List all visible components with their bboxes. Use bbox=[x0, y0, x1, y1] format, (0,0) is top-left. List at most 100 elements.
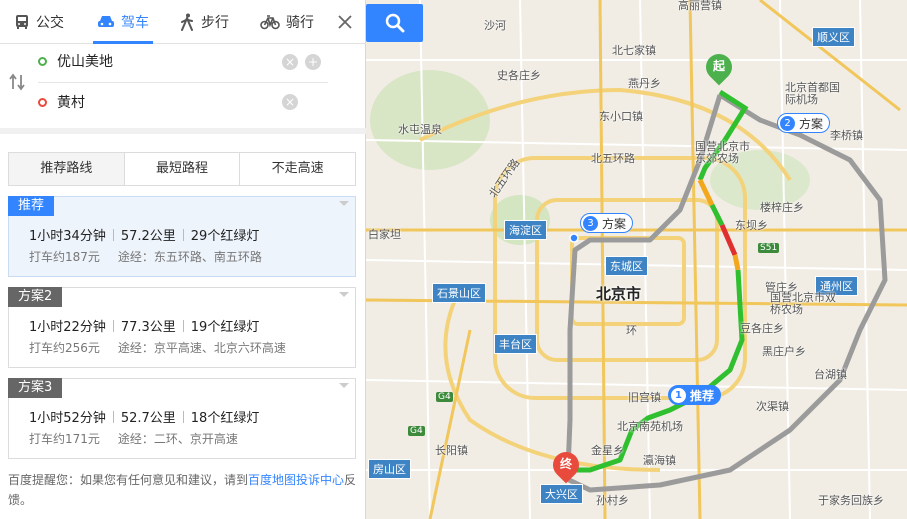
bike-icon bbox=[260, 15, 280, 30]
route-badge: 推荐 bbox=[8, 196, 55, 216]
route-detail: 打车约171元 途经：二环、京开高速 bbox=[29, 430, 238, 447]
route-tag-recommended[interactable]: 1 推荐 bbox=[668, 385, 722, 405]
route-card-plan3[interactable]: 方案3 1小时52分钟 52.7公里 18个红绿灯 打车约171元 途经：二环、京开高… bbox=[8, 378, 356, 459]
route-detail: 打车约256元 途经：京平高速、北京六环高速 bbox=[29, 339, 286, 356]
place-label: 沙河 bbox=[484, 19, 506, 32]
tab-label: 骑行 bbox=[286, 15, 314, 31]
tab-bus[interactable]: 公交 bbox=[14, 0, 64, 44]
district-label-haidian: 海淀区 bbox=[504, 220, 547, 240]
route-number-badge: 3 bbox=[583, 215, 598, 231]
route-summary: 1小时22分钟 77.3公里 19个红绿灯 bbox=[29, 316, 259, 335]
close-icon bbox=[338, 15, 352, 29]
district-label-shunyi: 顺义区 bbox=[812, 27, 855, 47]
route-via: 途经：东五环路、南五环路 bbox=[117, 250, 262, 264]
place-label: 白家坦 bbox=[368, 228, 401, 241]
car-icon bbox=[98, 16, 114, 27]
district-label-fangshan: 房山区 bbox=[368, 459, 411, 479]
expand-arrow-icon[interactable] bbox=[339, 201, 349, 206]
close-button[interactable] bbox=[335, 12, 355, 32]
clear-origin-icon[interactable]: × bbox=[282, 54, 298, 70]
route-distance: 57.2公里 bbox=[120, 229, 176, 244]
place-label: 国营北京市东郊农场 bbox=[695, 140, 750, 165]
route-number-badge: 2 bbox=[780, 115, 795, 131]
district-label-fengtai: 丰台区 bbox=[494, 334, 537, 354]
airport-label: 北京南苑机场 bbox=[617, 420, 683, 433]
origin-destination-form: 优山美地 黄村 × + × bbox=[0, 44, 366, 128]
route-tag-label: 方案 bbox=[602, 216, 627, 231]
place-label: 黑庄户乡 bbox=[762, 345, 806, 358]
place-label: 豆各庄乡 bbox=[740, 322, 784, 335]
clear-destination-icon[interactable]: × bbox=[282, 94, 298, 110]
travel-mode-bar: 公交 驾车 步行 骑行 bbox=[0, 0, 366, 44]
route-card-plan2[interactable]: 方案2 1小时22分钟 77.3公里 19个红绿灯 打车约256元 途经：京平高速、北… bbox=[8, 287, 356, 368]
bus-icon bbox=[16, 15, 28, 29]
route-card-recommended[interactable]: 推荐 1小时34分钟 57.2公里 29个红绿灯 打车约187元 途经：东五环路、南五… bbox=[8, 196, 356, 277]
place-label: 楼梓庄乡 bbox=[760, 201, 804, 214]
place-label: 李桥镇 bbox=[830, 129, 863, 142]
expand-arrow-icon[interactable] bbox=[339, 292, 349, 297]
add-waypoint-icon[interactable]: + bbox=[305, 54, 321, 70]
route-traffic-lights: 18个红绿灯 bbox=[190, 411, 260, 426]
tab-recommended-route[interactable]: 推荐路线 bbox=[9, 153, 125, 185]
route-time: 1小时22分钟 bbox=[29, 320, 106, 335]
route-traffic-lights: 29个红绿灯 bbox=[190, 229, 260, 244]
complaint-center-link[interactable]: 百度地图投诉中心 bbox=[248, 473, 344, 487]
highway-shield: S51 bbox=[758, 243, 780, 253]
tab-walk[interactable]: 步行 bbox=[179, 0, 229, 44]
place-label: 瀛海镇 bbox=[643, 454, 676, 467]
district-label-shijingshan: 石景山区 bbox=[432, 283, 486, 303]
route-number-badge: 1 bbox=[671, 387, 686, 403]
tab-label: 公交 bbox=[36, 15, 64, 31]
place-label: 高丽营镇 bbox=[678, 0, 722, 12]
place-label: 东小口镇 bbox=[599, 110, 643, 123]
place-label: 台湖镇 bbox=[814, 368, 847, 381]
route-summary: 1小时52分钟 52.7公里 18个红绿灯 bbox=[29, 407, 259, 426]
route-tag-plan2[interactable]: 2 方案 bbox=[777, 113, 831, 133]
route-time: 1小时34分钟 bbox=[29, 229, 106, 244]
highway-shield: G4 bbox=[436, 392, 453, 402]
route-via: 途经：京平高速、北京六环高速 bbox=[117, 341, 286, 355]
route-tag-plan3[interactable]: 3 方案 bbox=[580, 213, 634, 233]
search-icon bbox=[385, 13, 404, 33]
end-pin-icon[interactable]: 终 bbox=[547, 446, 585, 486]
district-label-dongcheng: 东城区 bbox=[605, 256, 648, 276]
tab-bike[interactable]: 骑行 bbox=[260, 0, 314, 44]
route-taxi-fare: 打车约187元 bbox=[29, 250, 100, 264]
route-preference-tabs: 推荐路线 最短路程 不走高速 bbox=[8, 152, 356, 186]
tab-label: 步行 bbox=[201, 15, 229, 31]
start-pin-icon[interactable]: 起 bbox=[700, 48, 738, 88]
walk-icon bbox=[181, 13, 193, 31]
expand-arrow-icon[interactable] bbox=[339, 383, 349, 388]
route-traffic-lights: 19个红绿灯 bbox=[190, 320, 260, 335]
place-label: 国营北京市双桥农场 bbox=[770, 291, 836, 316]
route-taxi-fare: 打车约171元 bbox=[29, 432, 100, 446]
road-label: 环 bbox=[626, 324, 637, 337]
tab-label: 驾车 bbox=[121, 15, 149, 31]
road-label: 北五环路 bbox=[591, 152, 635, 165]
route-badge: 方案3 bbox=[8, 378, 63, 398]
airport-label: 北京首都国际机场 bbox=[785, 81, 840, 106]
destination-dot-icon bbox=[38, 97, 47, 107]
route-panel: 公交 驾车 步行 骑行 优山美地 黄村 × + × 推荐路线 最短路程 不走高速… bbox=[0, 0, 366, 519]
swap-icon[interactable] bbox=[9, 73, 25, 91]
tab-drive[interactable]: 驾车 bbox=[93, 0, 153, 44]
highway-shield: G4 bbox=[408, 426, 425, 436]
destination-value: 黄村 bbox=[57, 95, 85, 111]
origin-value: 优山美地 bbox=[57, 54, 113, 70]
route-badge: 方案2 bbox=[8, 287, 63, 307]
place-label: 于家务回族乡 bbox=[818, 494, 884, 507]
tab-shortest-route[interactable]: 最短路程 bbox=[125, 153, 241, 185]
tip-text: 百度提醒您：如果您有任何意见和建议，请到 bbox=[8, 473, 249, 487]
place-label: 金星乡 bbox=[591, 444, 624, 457]
end-pin-label: 终 bbox=[559, 457, 572, 471]
start-pin-label: 起 bbox=[712, 59, 725, 73]
place-label: 长阳镇 bbox=[435, 444, 468, 457]
search-button[interactable] bbox=[366, 4, 423, 42]
feedback-tip: 百度提醒您：如果您有任何意见和建议，请到百度地图投诉中心反馈。 bbox=[8, 470, 358, 510]
place-label: 燕丹乡 bbox=[628, 77, 661, 90]
route-tag-label: 方案 bbox=[799, 116, 824, 131]
tab-avoid-highway[interactable]: 不走高速 bbox=[240, 153, 355, 185]
divider bbox=[0, 128, 366, 134]
route-distance: 77.3公里 bbox=[120, 320, 176, 335]
route-detail: 打车约187元 途经：东五环路、南五环路 bbox=[29, 248, 262, 265]
